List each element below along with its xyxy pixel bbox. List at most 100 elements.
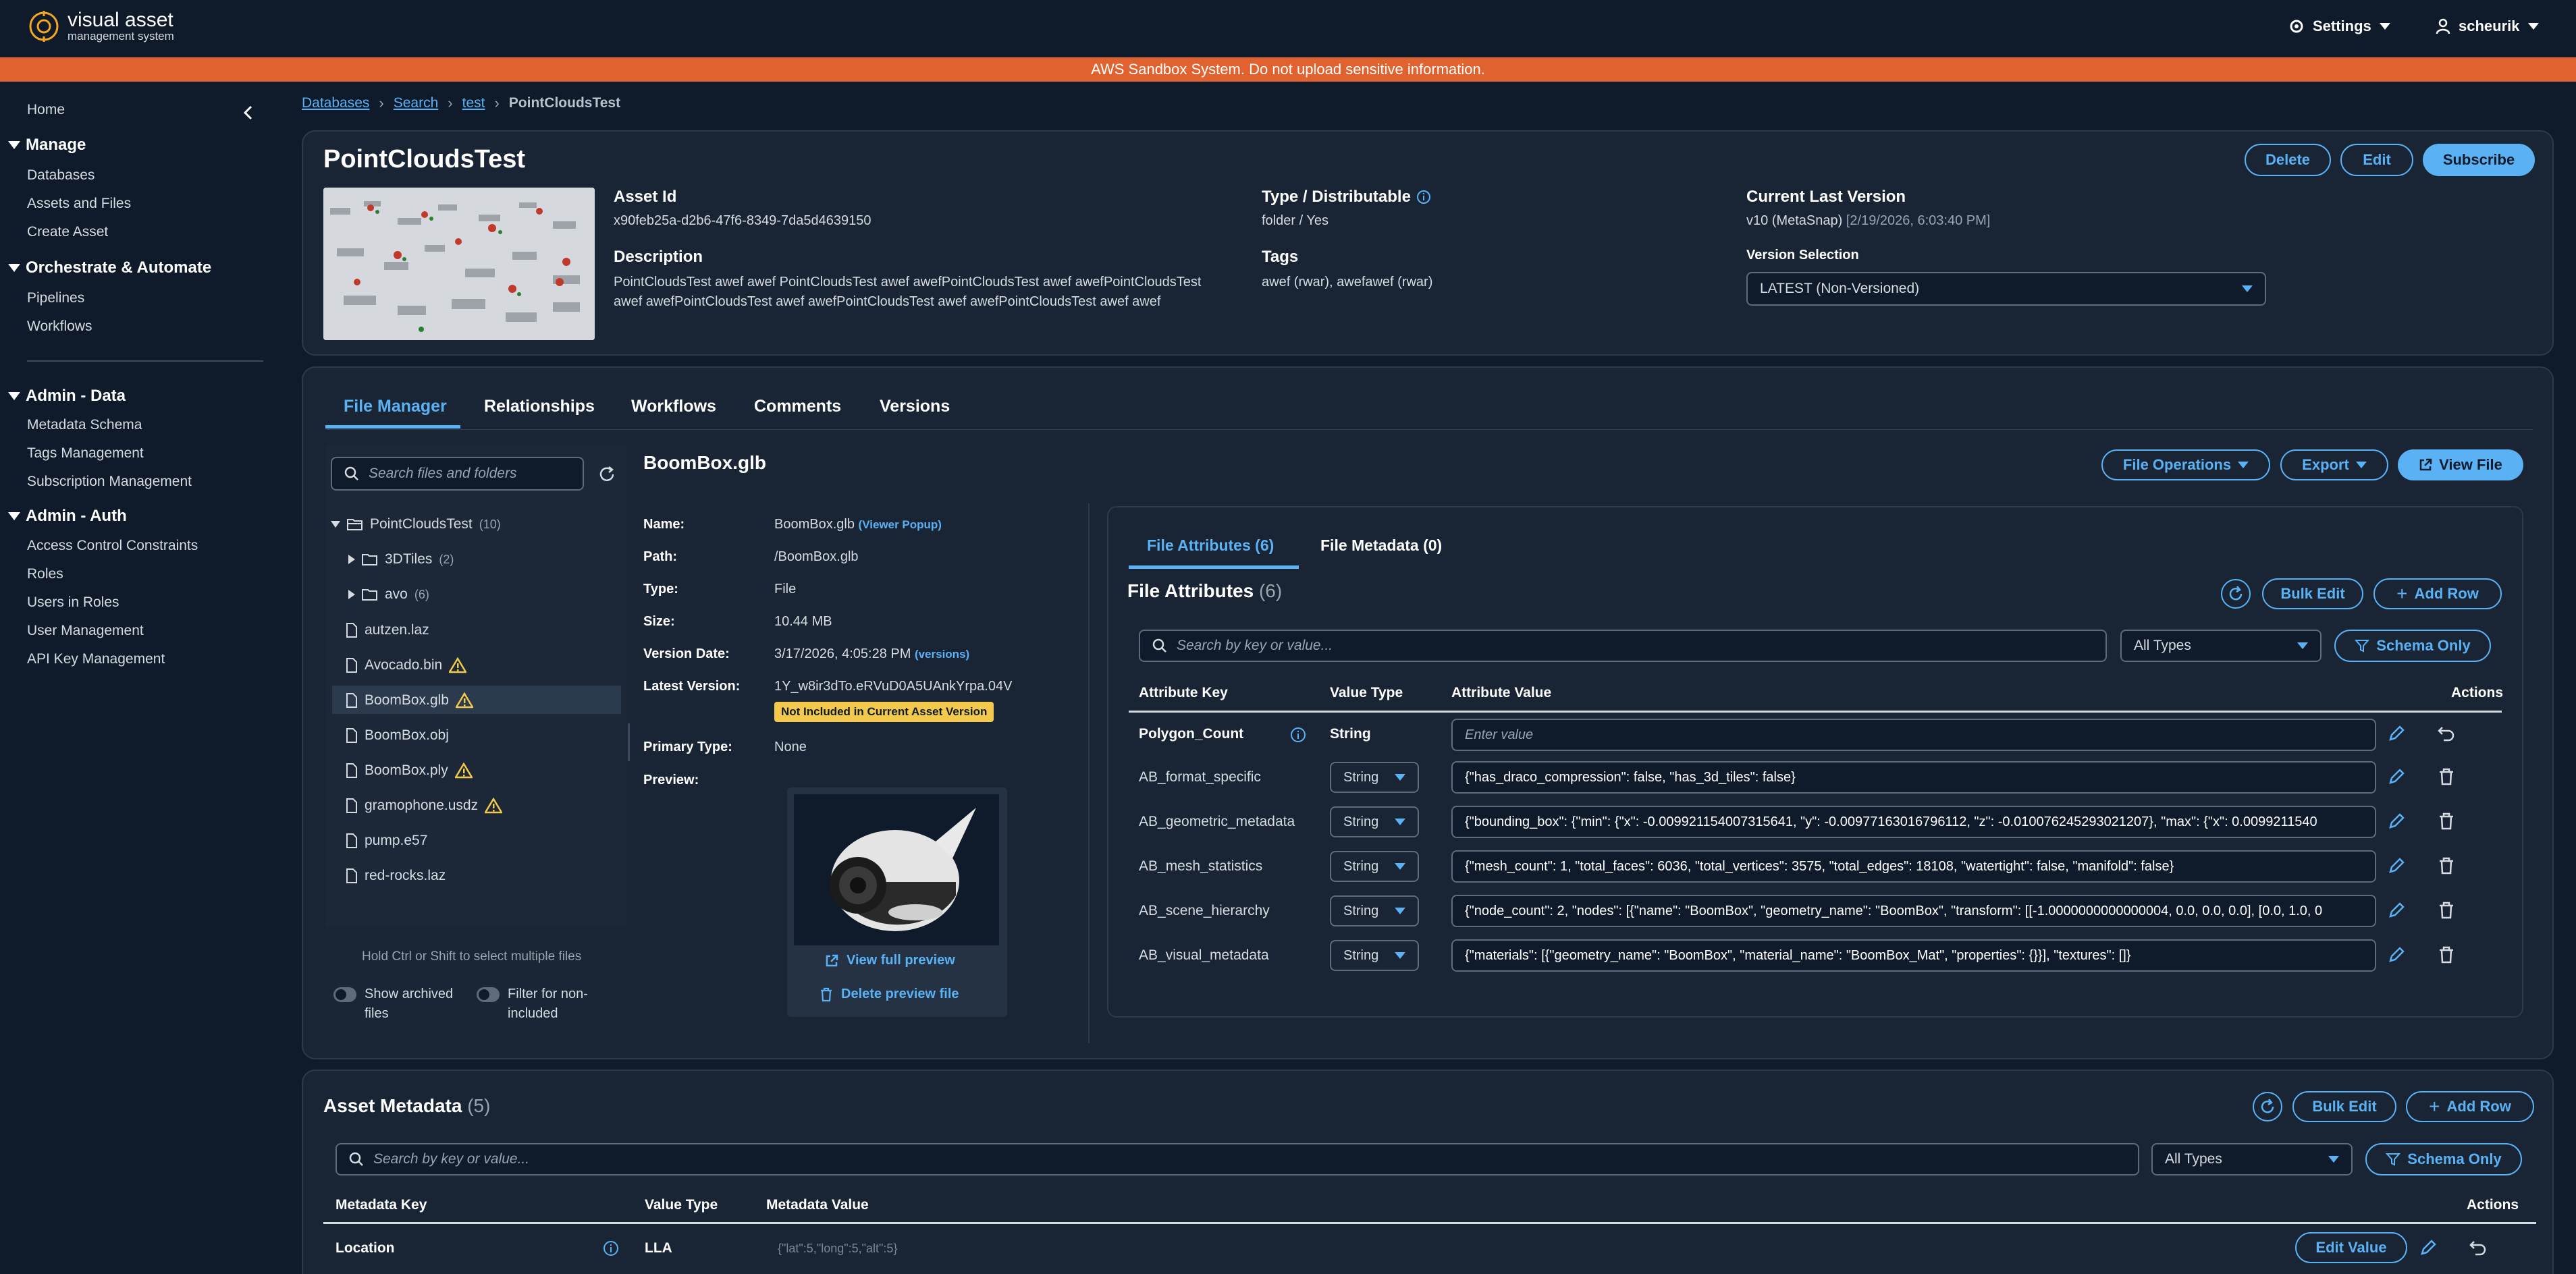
pencil-icon[interactable] <box>2419 1239 2437 1256</box>
info-icon[interactable] <box>1416 190 1431 204</box>
tree-folder-3dtiles[interactable]: 3DTiles (2) <box>348 546 454 573</box>
refresh-icon[interactable] <box>597 464 617 484</box>
sidebar-item-assets-and-files[interactable]: Assets and Files <box>27 196 131 212</box>
tree-file-item[interactable]: BoomBox.glb <box>346 687 473 714</box>
attr-value-input[interactable]: Enter value <box>1451 719 2376 751</box>
sidebar-item-roles[interactable]: Roles <box>27 566 63 582</box>
sidebar-item-subscription-management[interactable]: Subscription Management <box>27 474 192 490</box>
pencil-icon[interactable] <box>2388 812 2405 830</box>
info-icon[interactable] <box>1290 727 1306 743</box>
tree-file-item[interactable]: BoomBox.ply <box>346 757 473 784</box>
attr-value-type-select[interactable]: String <box>1330 895 1419 926</box>
attr-value-input[interactable]: {"mesh_count": 1, "total_faces": 6036, "… <box>1451 850 2376 883</box>
tree-file-item[interactable]: Avocado.bin <box>346 652 467 679</box>
sidebar-section-orchestrate[interactable]: Orchestrate & Automate <box>8 258 211 277</box>
col-attribute-value[interactable]: Attribute Value <box>1451 685 1551 701</box>
attribute-search-input[interactable]: Search by key or value... <box>1139 630 2107 662</box>
trash-icon[interactable] <box>2438 902 2454 919</box>
filter-non-included-toggle[interactable]: Filter for non- included <box>477 987 588 1024</box>
tab-workflows[interactable]: Workflows <box>631 397 716 416</box>
col-metadata-value-type[interactable]: Value Type <box>645 1197 718 1213</box>
col-metadata-key[interactable]: Metadata Key <box>336 1197 427 1213</box>
view-full-preview-link[interactable]: View full preview <box>825 953 955 968</box>
edit-button[interactable]: Edit <box>2340 144 2413 176</box>
subscribe-button[interactable]: Subscribe <box>2423 144 2535 176</box>
delete-button[interactable]: Delete <box>2245 144 2331 176</box>
version-selection-dropdown[interactable]: LATEST (Non-Versioned) <box>1746 272 2266 306</box>
sidebar-item-pipelines[interactable]: Pipelines <box>27 290 84 306</box>
tab-file-attributes[interactable]: File Attributes (6) <box>1147 536 1274 555</box>
refresh-icon[interactable] <box>2252 1091 2283 1122</box>
trash-icon[interactable] <box>2438 768 2454 785</box>
sidebar-section-admin-auth[interactable]: Admin - Auth <box>8 507 127 526</box>
pencil-icon[interactable] <box>2388 725 2405 742</box>
col-attribute-key[interactable]: Attribute Key <box>1139 685 1228 701</box>
add-row-button[interactable]: + Add Row <box>2373 578 2502 609</box>
col-value-type[interactable]: Value Type <box>1330 685 1403 701</box>
sidebar-item-create-asset[interactable]: Create Asset <box>27 224 108 240</box>
pencil-icon[interactable] <box>2388 902 2405 919</box>
tree-file-item[interactable]: red-rocks.laz <box>346 862 446 889</box>
metadata-search-input[interactable]: Search by key or value... <box>336 1143 2139 1175</box>
tree-file-item[interactable]: autzen.laz <box>346 617 429 644</box>
breadcrumb-databases[interactable]: Databases <box>302 95 369 111</box>
attr-value-type-select[interactable]: String <box>1330 806 1419 837</box>
tab-relationships[interactable]: Relationships <box>484 397 595 416</box>
view-file-button[interactable]: View File <box>2398 449 2523 480</box>
tree-file-item[interactable]: gramophone.usdz <box>346 792 503 819</box>
tab-file-manager[interactable]: File Manager <box>344 397 447 416</box>
tree-folder-avo[interactable]: avo (6) <box>348 581 429 608</box>
sidebar-item-user-management[interactable]: User Management <box>27 623 144 639</box>
tab-versions[interactable]: Versions <box>880 397 950 416</box>
pencil-icon[interactable] <box>2388 768 2405 785</box>
metadata-schema-only-button[interactable]: Schema Only <box>2365 1143 2522 1175</box>
pencil-icon[interactable] <box>2388 857 2405 875</box>
sidebar-item-api-key-management[interactable]: API Key Management <box>27 651 165 667</box>
user-menu[interactable]: scheurik <box>2436 18 2539 35</box>
undo-icon[interactable] <box>2469 1240 2488 1256</box>
export-button[interactable]: Export <box>2280 449 2388 480</box>
viewer-popup-link[interactable]: (Viewer Popup) <box>859 518 942 531</box>
sidebar-item-databases[interactable]: Databases <box>27 167 95 184</box>
panel-resize-handle[interactable] <box>628 723 630 761</box>
sidebar-item-users-in-roles[interactable]: Users in Roles <box>27 594 119 611</box>
sidebar-item-access-control[interactable]: Access Control Constraints <box>27 538 198 554</box>
toggle-switch[interactable] <box>333 987 356 1002</box>
tab-comments[interactable]: Comments <box>754 397 841 416</box>
sidebar-item-tags-management[interactable]: Tags Management <box>27 445 144 462</box>
tab-file-metadata[interactable]: File Metadata (0) <box>1320 536 1442 555</box>
col-metadata-value[interactable]: Metadata Value <box>766 1197 869 1213</box>
sidebar-item-workflows[interactable]: Workflows <box>27 318 92 335</box>
metadata-add-row-button[interactable]: + Add Row <box>2406 1091 2534 1122</box>
delete-preview-link[interactable]: Delete preview file <box>820 987 959 1002</box>
tree-file-item[interactable]: BoomBox.obj <box>346 722 449 749</box>
attr-value-type-select[interactable]: String <box>1330 940 1419 971</box>
toggle-switch[interactable] <box>477 987 500 1002</box>
bulk-edit-button[interactable]: Bulk Edit <box>2262 578 2363 609</box>
attr-value-type-select[interactable]: String <box>1330 851 1419 882</box>
trash-icon[interactable] <box>2438 812 2454 830</box>
trash-icon[interactable] <box>2438 946 2454 964</box>
trash-icon[interactable] <box>2438 857 2454 875</box>
file-search-input[interactable]: Search files and folders <box>331 457 584 491</box>
info-icon[interactable] <box>603 1240 619 1256</box>
sidebar-section-admin-data[interactable]: Admin - Data <box>8 387 126 406</box>
sidebar-section-manage[interactable]: Manage <box>8 136 86 155</box>
breadcrumb-test[interactable]: test <box>462 95 485 111</box>
metadata-type-filter[interactable]: All Types <box>2151 1143 2353 1175</box>
attribute-type-filter[interactable]: All Types <box>2120 630 2322 662</box>
refresh-icon[interactable] <box>2220 578 2251 609</box>
sidebar-item-home[interactable]: Home <box>27 102 65 118</box>
pencil-icon[interactable] <box>2388 946 2405 964</box>
edit-value-button[interactable]: Edit Value <box>2295 1232 2407 1263</box>
metadata-bulk-edit-button[interactable]: Bulk Edit <box>2292 1091 2396 1122</box>
sidebar-item-metadata-schema[interactable]: Metadata Schema <box>27 417 142 433</box>
tree-root-folder[interactable]: PointCloudsTest (10) <box>331 511 501 538</box>
settings-menu[interactable]: Settings <box>2288 18 2390 35</box>
schema-only-button[interactable]: Schema Only <box>2334 630 2491 662</box>
versions-link[interactable]: (versions) <box>915 648 969 661</box>
file-operations-button[interactable]: File Operations <box>2101 449 2270 480</box>
collapse-sidebar-icon[interactable] <box>242 105 255 121</box>
attr-value-input[interactable]: {"node_count": 2, "nodes": [{"name": "Bo… <box>1451 895 2376 927</box>
attr-value-type-select[interactable]: String <box>1330 762 1419 793</box>
